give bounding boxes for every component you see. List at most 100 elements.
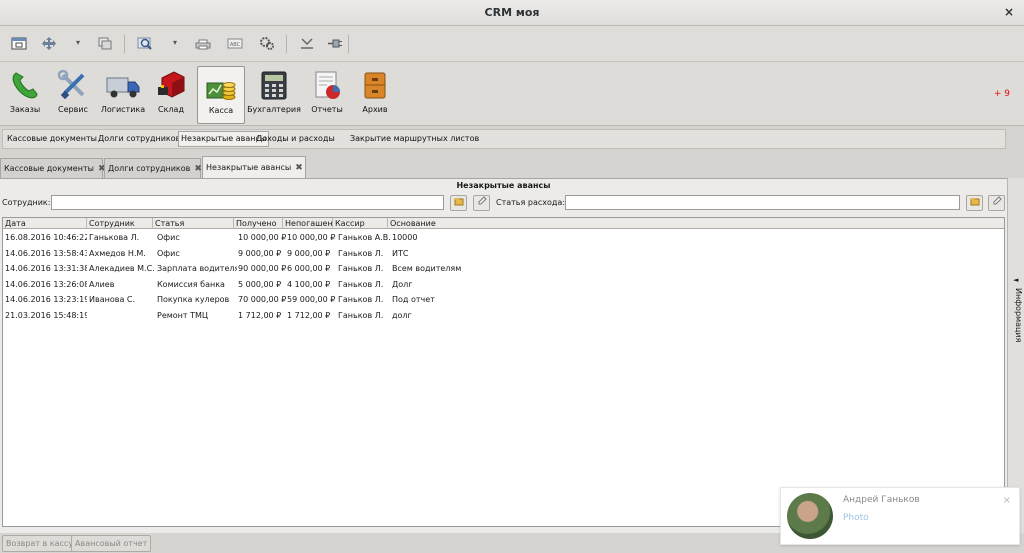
window-title: CRM моя bbox=[484, 6, 540, 19]
info-side-panel[interactable]: ◄ Информация bbox=[1007, 178, 1024, 533]
chevron-down-icon[interactable]: ▾ bbox=[73, 36, 83, 50]
cash-icon bbox=[206, 82, 236, 100]
employee-filter-input[interactable] bbox=[51, 195, 444, 210]
table-cell: 10 000,00 ₽ bbox=[287, 233, 336, 242]
table-cell: Комиссия банка bbox=[157, 279, 225, 289]
table-cell: Офис bbox=[157, 248, 180, 258]
calculator-icon bbox=[261, 71, 287, 100]
module-reports[interactable]: Отчеты bbox=[304, 66, 350, 124]
table-cell: Под отчет bbox=[392, 295, 435, 304]
module-label: Бухгалтерия bbox=[247, 105, 301, 114]
column-header-basis[interactable]: Основание bbox=[388, 218, 448, 229]
table-cell: Ремонт ТМЦ bbox=[157, 310, 209, 320]
table-cell: долг bbox=[392, 310, 412, 320]
table-cell: Ганькова Л. bbox=[89, 233, 140, 242]
main-toolbar: ▾ ▾ ABC bbox=[0, 26, 1024, 62]
copy-icon[interactable] bbox=[97, 36, 113, 51]
toolbar-separator bbox=[124, 35, 125, 53]
search-icon[interactable] bbox=[137, 36, 153, 51]
table-cell: Алекадиев М.С. bbox=[89, 264, 155, 273]
window-icon[interactable] bbox=[11, 36, 27, 51]
table-cell: 90 000,00 ₽ bbox=[238, 264, 286, 273]
folder-icon bbox=[970, 198, 979, 206]
table-cell: 14.06.2016 13:23:19 bbox=[5, 295, 87, 304]
table-row[interactable]: 14.06.2016 13:23:19 Иванова С. Покупка кул… bbox=[3, 292, 1004, 307]
side-panel-label: Информация bbox=[1014, 288, 1023, 343]
download-icon[interactable] bbox=[299, 36, 315, 51]
expense-filter-input[interactable] bbox=[565, 195, 960, 210]
subnav-cash-documents[interactable]: Кассовые документы bbox=[5, 131, 99, 147]
table-cell: 6 000,00 ₽ bbox=[287, 264, 331, 273]
module-archive[interactable]: Архив bbox=[352, 66, 398, 124]
table-cell: Долг bbox=[392, 279, 413, 289]
table-row[interactable]: 21.03.2016 15:48:19 Ремонт ТМЦ 1 712,00 ₽ 1… bbox=[3, 308, 1004, 323]
table-cell: Всем водителям bbox=[392, 264, 462, 273]
table-row[interactable]: 14.06.2016 13:58:43 Ахмедов Н.М. Офис 9 000… bbox=[3, 246, 1004, 261]
move-icon[interactable] bbox=[41, 36, 57, 51]
dialog-icon[interactable]: ABC bbox=[227, 36, 243, 51]
advances-panel: Незакрытые авансы Сотрудник: Статья расх… bbox=[0, 178, 1007, 533]
expand-arrow-icon[interactable]: ◄ bbox=[1013, 276, 1018, 284]
table-cell: Зарплата водителя bbox=[157, 264, 237, 273]
subnav-employee-debts[interactable]: Долги сотрудников bbox=[96, 131, 182, 147]
advance-report-button[interactable]: Авансовый отчет bbox=[71, 535, 152, 552]
table-cell: Ганьков Л. bbox=[338, 248, 384, 258]
employee-filter-label: Сотрудник: bbox=[2, 198, 51, 207]
table-cell: Ганьков Л. bbox=[338, 295, 384, 304]
module-warehouse[interactable]: Склад bbox=[148, 66, 194, 124]
edit-icon bbox=[478, 196, 487, 205]
tab-cash-documents[interactable]: Кассовые документы ✖ bbox=[0, 158, 105, 178]
table-row[interactable]: 14.06.2016 13:26:08 Алиев Комиссия банка 5 … bbox=[3, 277, 1004, 292]
table-cell: 14.06.2016 13:31:38 bbox=[5, 264, 87, 273]
folder-icon bbox=[454, 198, 463, 206]
notification-counter[interactable]: + 9 bbox=[994, 89, 1010, 99]
notification-sender: Андрей Ганьков bbox=[843, 495, 920, 505]
table-cell: 59 000,00 ₽ bbox=[287, 295, 336, 304]
table-cell: 4 100,00 ₽ bbox=[287, 279, 331, 289]
table-cell: 70 000,00 ₽ bbox=[238, 295, 286, 304]
subnav-income-expenses[interactable]: Доходы и расходы bbox=[254, 131, 337, 147]
select-employee-button[interactable] bbox=[450, 195, 467, 211]
chevron-down-icon[interactable]: ▾ bbox=[170, 36, 180, 50]
close-icon[interactable]: ✖ bbox=[295, 157, 303, 179]
table-cell: 10 000,00 ₽ bbox=[238, 233, 286, 242]
column-header-date[interactable]: Дата bbox=[3, 218, 87, 229]
tab-employee-debts[interactable]: Долги сотрудников ✖ bbox=[104, 158, 202, 179]
table-cell: Офис bbox=[157, 233, 180, 242]
module-bar: Заказы Сервис Логистика Склад Касса Бухг… bbox=[0, 62, 1024, 126]
column-header-employee[interactable]: Сотрудник bbox=[87, 218, 153, 229]
column-header-received[interactable]: Получено bbox=[234, 218, 283, 229]
module-accounting[interactable]: Бухгалтерия bbox=[247, 66, 301, 124]
subnav-route-sheets[interactable]: Закрытие маршрутных листов bbox=[348, 131, 481, 147]
module-label: Склад bbox=[158, 105, 184, 114]
column-header-outstanding[interactable]: Непогашено bbox=[283, 218, 333, 229]
close-icon[interactable]: ✖ bbox=[194, 159, 202, 179]
close-window-button[interactable]: × bbox=[1004, 5, 1014, 19]
clear-employee-button[interactable] bbox=[473, 195, 490, 211]
return-to-cash-button[interactable]: Возврат в кассу bbox=[2, 535, 78, 552]
module-logistics[interactable]: Логистика bbox=[100, 66, 146, 124]
module-cash[interactable]: Касса bbox=[197, 66, 245, 124]
module-label: Отчеты bbox=[311, 105, 343, 114]
module-label: Логистика bbox=[100, 105, 146, 114]
table-row[interactable]: 14.06.2016 13:31:38 Алекадиев М.С. Зарплат… bbox=[3, 261, 1004, 276]
table-cell: Ганьков Л. bbox=[338, 264, 384, 273]
clear-expense-button[interactable] bbox=[988, 195, 1005, 211]
settings-icon[interactable] bbox=[259, 36, 275, 51]
select-expense-button[interactable] bbox=[966, 195, 983, 211]
tab-unclosed-advances[interactable]: Незакрытые авансы ✖ bbox=[202, 156, 306, 178]
close-icon[interactable]: × bbox=[1003, 495, 1011, 506]
printer-icon[interactable] bbox=[195, 36, 211, 51]
message-notification[interactable]: Андрей Ганьков Photo × bbox=[780, 487, 1020, 545]
table-row[interactable]: 16.08.2016 10:46:22 Ганькова Л. Офис 10 000… bbox=[3, 230, 1004, 245]
column-header-item[interactable]: Статья bbox=[153, 218, 234, 229]
plug-icon[interactable] bbox=[327, 36, 343, 51]
sub-navigation: Кассовые документы Долги сотрудников Нез… bbox=[2, 129, 1006, 149]
module-orders[interactable]: Заказы bbox=[2, 66, 48, 124]
title-bar: CRM моя × bbox=[0, 0, 1024, 26]
table-cell: 9 000,00 ₽ bbox=[287, 248, 331, 258]
table-cell: Алиев bbox=[89, 279, 115, 289]
column-header-cashier[interactable]: Кассир bbox=[333, 218, 388, 229]
module-service[interactable]: Сервис bbox=[50, 66, 96, 124]
tab-label: Долги сотрудников bbox=[108, 164, 191, 173]
